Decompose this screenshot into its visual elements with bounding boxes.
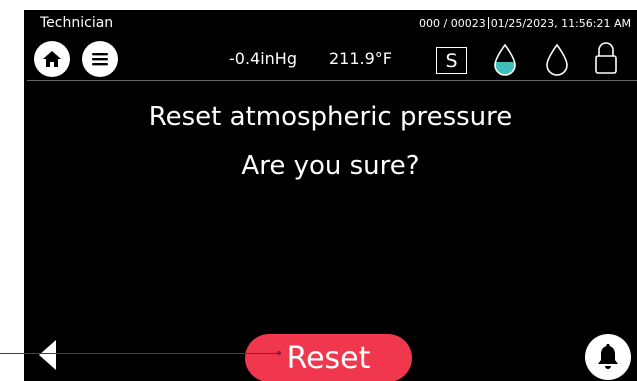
home-icon <box>43 51 61 67</box>
temperature-reading: 211.9°F <box>329 49 393 68</box>
menu-button[interactable] <box>82 41 118 77</box>
bell-icon <box>598 343 618 369</box>
cycle-counter: 000 / 00023 <box>419 17 486 30</box>
water-drop-filled-icon[interactable] <box>492 43 518 77</box>
home-button[interactable] <box>34 41 70 77</box>
user-role-label: Technician <box>40 15 114 31</box>
water-drop-empty-icon[interactable] <box>544 43 570 77</box>
menu-icon <box>92 53 108 66</box>
header-divider <box>27 80 637 81</box>
back-arrow-icon[interactable] <box>36 338 60 372</box>
dialog-message: Reset atmospheric pressure <box>148 102 513 132</box>
counter-datetime: 000 / 00023 01/25/2023, 11:56:21 AM <box>419 17 631 30</box>
device-screen: Technician 000 / 00023 01/25/2023, 11:56:… <box>24 10 637 381</box>
pointer-dot <box>277 351 281 355</box>
lock-open-icon[interactable] <box>594 41 618 75</box>
mode-indicator[interactable]: S <box>436 47 467 74</box>
date-time: 01/25/2023, 11:56:21 AM <box>490 17 631 30</box>
separator <box>487 17 489 29</box>
vacuum-reading: -0.4inHg <box>229 49 297 68</box>
reset-button[interactable]: Reset <box>245 334 412 381</box>
pointer-line <box>0 353 280 354</box>
dialog-question: Are you sure? <box>241 151 420 181</box>
notifications-button[interactable] <box>585 334 631 380</box>
